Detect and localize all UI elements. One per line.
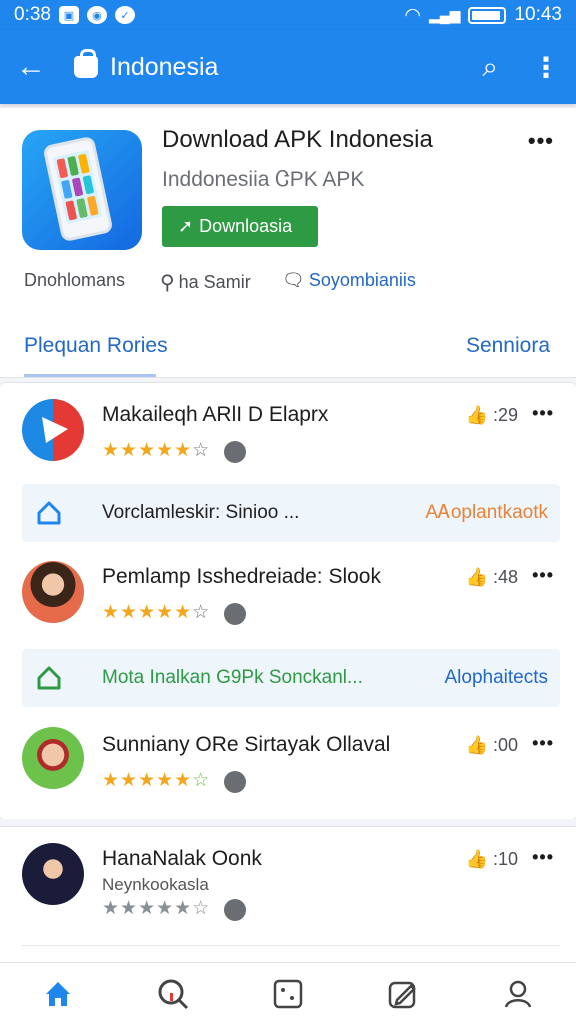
meta-search-label: ha Samir xyxy=(178,272,251,292)
more-vert-icon[interactable]: ⋮ xyxy=(532,51,560,84)
app-list-secondary: HanaNalak Oonk Neynkookasla ★★★★★☆ 👍 :10… xyxy=(0,826,576,962)
badge-icon xyxy=(224,603,246,625)
app-title: Download APK Indonesia xyxy=(162,126,433,153)
like-count-label: :29 xyxy=(492,405,518,425)
item-name: Makaileqh ARlI D Elaprx xyxy=(102,403,329,426)
nav-edit-icon[interactable] xyxy=(383,974,423,1014)
meta-search[interactable]: ⚲ ha Samir xyxy=(160,270,251,295)
like-count-label: :10 xyxy=(492,849,518,869)
rating-stars: ★★★★★☆ xyxy=(102,602,211,623)
app-icon xyxy=(22,130,142,250)
rating-stars: ★★★★★☆ xyxy=(102,898,211,919)
download-button-label: Downloasia xyxy=(199,216,293,236)
like-count-label: :00 xyxy=(492,735,518,755)
rating-stars: ★★★★★☆ xyxy=(102,770,211,791)
bottom-navigation xyxy=(0,962,576,1024)
like-count-label: :48 xyxy=(492,567,518,587)
like-count[interactable]: 👍 :10 xyxy=(466,849,518,870)
phone-illustration xyxy=(42,135,114,243)
meta-downloads-label: Dnohlomans xyxy=(24,270,126,290)
thumb-icon: 👍 xyxy=(465,849,488,869)
signal-icon: ▂▄▆ xyxy=(429,6,461,23)
thumb-icon: 👍 xyxy=(465,405,488,425)
item-more-icon[interactable]: ••• xyxy=(532,847,554,868)
home-outline-icon xyxy=(37,501,61,525)
like-count[interactable]: 👍 :29 xyxy=(466,405,518,426)
list-item[interactable]: Pemlamp Isshedreiade: Slook ★★★★★☆ 👍 :48… xyxy=(0,553,576,663)
list-item[interactable]: Makaileqh ARlI D Elaprx ★★★★★☆ 👍 :29 ••• xyxy=(0,383,576,493)
promo-banner[interactable]: Vorclamleskir: Sinioo ... AᎪoplantkaotk xyxy=(22,484,560,542)
app-avatar xyxy=(22,727,84,789)
battery-icon xyxy=(468,6,507,24)
tab-indicator xyxy=(24,374,156,377)
thumb-icon: 👍 xyxy=(465,567,488,587)
app-avatar xyxy=(22,399,84,461)
messenger-icon: ◉ xyxy=(86,6,107,24)
app-avatar xyxy=(22,843,84,905)
nav-profile-icon[interactable] xyxy=(498,974,538,1014)
page-title: Indonesia xyxy=(110,52,219,81)
shopping-bag-icon xyxy=(74,49,98,78)
rating-stars: ★★★★★☆ xyxy=(102,440,211,461)
app-avatar xyxy=(22,561,84,623)
download-button[interactable]: ➚ Downloasia xyxy=(162,206,318,247)
tab-left[interactable]: Plequan Rories xyxy=(24,334,168,358)
nav-home-icon[interactable] xyxy=(38,974,78,1014)
app-bar: ← Indonesia ⌕ ⋮ xyxy=(0,30,576,104)
nav-search-question-icon[interactable] xyxy=(153,974,193,1014)
gallery-icon: ▣ xyxy=(58,6,79,24)
home-outline-icon xyxy=(37,666,61,690)
tab-right[interactable]: Senniora xyxy=(466,334,550,358)
promo-text: Vorclamleskir: Sinioo ... xyxy=(102,502,300,523)
item-name: Pemlamp Isshedreiade: Slook xyxy=(102,565,381,588)
download-arrow-icon: ➚ xyxy=(178,216,194,236)
magnifier-icon: ⚲ xyxy=(160,272,175,294)
app-list: Makaileqh ARlI D Elaprx ★★★★★☆ 👍 :29 •••… xyxy=(0,382,576,819)
like-count[interactable]: 👍 :48 xyxy=(466,567,518,588)
thumb-icon: 👍 xyxy=(465,735,488,755)
status-bar: 0:38 ▣ ◉ ✓ ◠ ▂▄▆ 10:43 xyxy=(0,0,576,30)
comment-icon: 🗨 xyxy=(282,270,305,290)
meta-downloads: Dnohlomans xyxy=(24,270,125,291)
wifi-icon: ◠ xyxy=(404,4,421,26)
search-icon[interactable]: ⌕ xyxy=(482,51,498,84)
list-divider xyxy=(22,945,560,946)
status-time-right: 10:43 xyxy=(514,4,562,25)
list-item[interactable]: HanaNalak Oonk Neynkookasla ★★★★★☆ 👍 :10… xyxy=(0,827,576,937)
item-subtitle: Neynkookasla xyxy=(102,875,209,894)
like-count[interactable]: 👍 :00 xyxy=(466,735,518,756)
nav-dice-icon[interactable] xyxy=(268,974,308,1014)
app-more-icon[interactable]: ••• xyxy=(528,128,554,154)
promo-action[interactable]: AᎪoplantkaotk xyxy=(425,502,548,524)
item-name: Sunniany ORe Sirtayak Ollaval xyxy=(102,733,391,756)
promo-banner[interactable]: Mota Inalkan G9Pk Sonckanl... Alophaitec… xyxy=(22,649,560,707)
item-more-icon[interactable]: ••• xyxy=(532,403,554,424)
badge-icon xyxy=(224,771,246,793)
promo-text: Mota Inalkan G9Pk Sonckanl... xyxy=(102,667,363,688)
item-name: HanaNalak Oonk xyxy=(102,847,262,870)
list-item[interactable]: Sunniany ORe Sirtayak Ollaval ★★★★★☆ 👍 :… xyxy=(0,719,576,829)
meta-comments[interactable]: 🗨 Soyombianiis xyxy=(282,270,416,291)
section-tabs: Plequan Rories Senniora xyxy=(0,314,576,378)
back-arrow-icon[interactable]: ← xyxy=(16,50,56,84)
item-more-icon[interactable]: ••• xyxy=(532,733,554,754)
meta-comments-label: Soyombianiis xyxy=(308,270,416,290)
promo-action[interactable]: Alophaitects xyxy=(444,667,548,689)
item-more-icon[interactable]: ••• xyxy=(532,565,554,586)
check-icon: ✓ xyxy=(114,6,135,24)
app-developer: Inddonesiia ᏣPK APK xyxy=(162,168,365,191)
status-time-left: 0:38 xyxy=(14,4,51,25)
badge-icon xyxy=(224,441,246,463)
badge-icon xyxy=(224,899,246,921)
